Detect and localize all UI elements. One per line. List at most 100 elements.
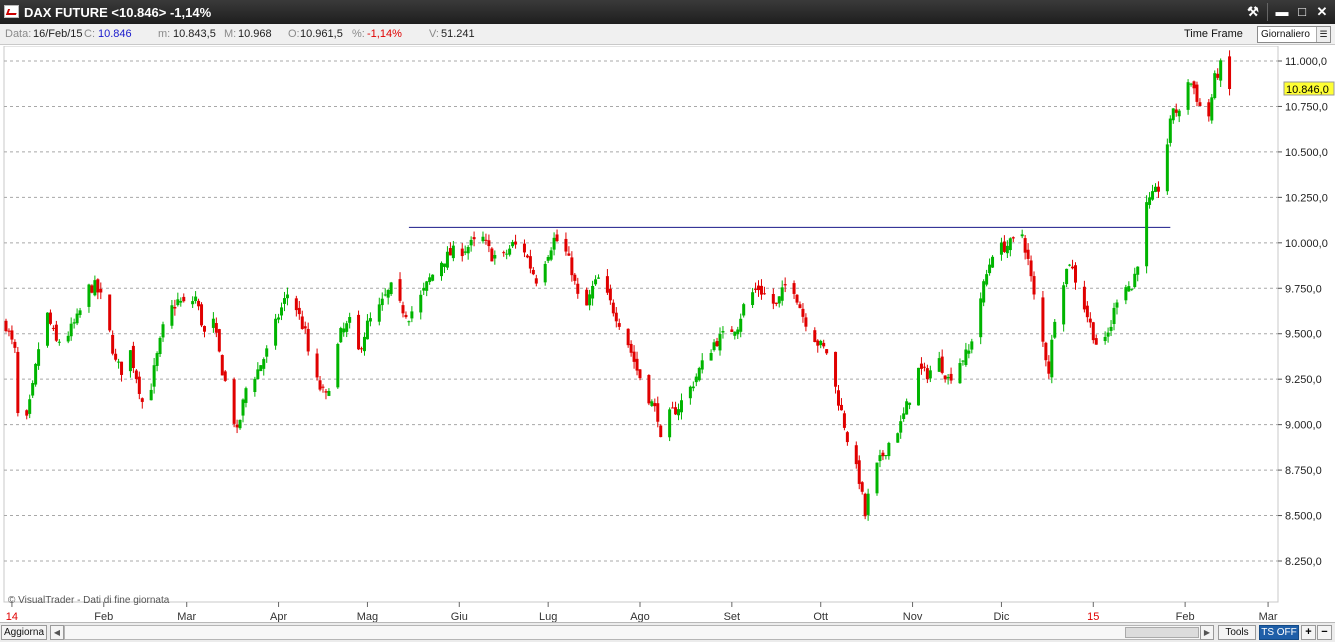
candle-body	[908, 402, 912, 405]
candle[interactable]	[1213, 70, 1217, 100]
candle[interactable]	[585, 287, 589, 306]
close-value: 10.846	[98, 28, 132, 40]
candle-body	[733, 331, 737, 336]
zoom-out-button[interactable]: −	[1317, 625, 1332, 640]
candle[interactable]	[389, 281, 393, 296]
candle[interactable]	[1145, 195, 1149, 274]
candle-body	[256, 369, 260, 380]
candle-body	[884, 455, 888, 457]
price-chart[interactable]: 8.250,0 8.500,0 8.750,0 9.000,0 9.250,0 9.500…	[0, 46, 1335, 622]
candle[interactable]	[916, 367, 920, 406]
candle-body	[440, 262, 444, 277]
candle[interactable]	[220, 354, 224, 376]
candle-body	[96, 279, 100, 293]
candle-body	[1062, 285, 1066, 325]
scroll-right-arrow-icon[interactable]: ▶	[1200, 625, 1214, 640]
zoom-in-button[interactable]: +	[1301, 625, 1316, 640]
candle[interactable]	[90, 284, 94, 294]
candle[interactable]	[896, 432, 900, 443]
candle-body	[700, 360, 704, 370]
candle[interactable]	[991, 255, 995, 268]
candle[interactable]	[217, 328, 221, 353]
candle-body	[736, 329, 740, 335]
candle-body	[380, 298, 384, 306]
x-tick-label: Mar	[177, 611, 196, 622]
candle[interactable]	[1228, 50, 1232, 96]
ts-toggle-button[interactable]: TS OFF	[1259, 625, 1299, 640]
x-tick-label: Feb	[1176, 611, 1195, 622]
candle-body	[31, 383, 35, 396]
open-value: 10.961,5	[300, 28, 343, 40]
close-button[interactable]: ✕	[1313, 3, 1331, 21]
x-tick-label: Set	[724, 611, 741, 622]
candle[interactable]	[259, 365, 263, 372]
candle[interactable]	[431, 274, 435, 282]
candle[interactable]	[1210, 93, 1214, 124]
candle[interactable]	[1050, 334, 1054, 384]
candle-body	[546, 257, 550, 261]
candle-body	[881, 452, 885, 457]
candle-body	[34, 363, 38, 385]
candle-body	[792, 283, 796, 294]
candle[interactable]	[45, 312, 49, 348]
grid-lines	[3, 46, 1279, 603]
candle-body	[774, 302, 778, 305]
candle[interactable]	[647, 374, 651, 406]
candle[interactable]	[842, 410, 846, 431]
minimize-button[interactable]: ▬	[1273, 3, 1291, 21]
candle[interactable]	[274, 313, 278, 350]
candle[interactable]	[1168, 115, 1172, 147]
timeframe-select[interactable]: Giornaliero ☰	[1257, 26, 1331, 43]
candle[interactable]	[232, 377, 236, 428]
candle[interactable]	[490, 247, 494, 262]
candle[interactable]	[875, 462, 879, 496]
candle[interactable]	[108, 294, 112, 333]
candle[interactable]	[339, 326, 343, 344]
tools-button[interactable]: Tools	[1218, 625, 1256, 640]
candle[interactable]	[1186, 79, 1190, 115]
candle[interactable]	[668, 407, 672, 442]
candle[interactable]	[1165, 138, 1169, 195]
tools-wrench-icon[interactable]: ⚒	[1244, 3, 1262, 21]
candle-body	[176, 299, 180, 306]
x-tick-label: Giu	[451, 611, 468, 622]
y-tick-label: 8.500,0	[1285, 511, 1322, 523]
candle[interactable]	[982, 279, 986, 307]
candle[interactable]	[223, 369, 227, 382]
candle-body	[407, 321, 411, 323]
candle[interactable]	[1062, 281, 1066, 332]
candle-body	[28, 399, 32, 414]
candle[interactable]	[200, 302, 204, 328]
candle-body	[999, 242, 1003, 255]
candle[interactable]	[1053, 318, 1057, 339]
candle[interactable]	[659, 424, 663, 438]
candle-body	[128, 350, 132, 372]
candle[interactable]	[979, 292, 983, 345]
candle[interactable]	[697, 366, 701, 382]
scroll-left-arrow-icon[interactable]: ◀	[50, 625, 64, 640]
candle-body	[585, 289, 589, 306]
candle-body	[825, 349, 829, 354]
candle[interactable]	[1041, 290, 1045, 347]
candle[interactable]	[543, 260, 547, 286]
horizontal-scrollbar[interactable]	[64, 625, 1214, 640]
candle[interactable]	[357, 310, 361, 351]
maximize-button[interactable]: □	[1293, 3, 1311, 21]
scroll-thumb[interactable]	[1125, 627, 1199, 638]
refresh-button[interactable]: Aggiorna	[1, 625, 47, 640]
candle[interactable]	[863, 492, 867, 520]
close-label: C:	[84, 28, 95, 40]
candle-body	[1186, 82, 1190, 110]
candle[interactable]	[742, 302, 746, 318]
candle[interactable]	[16, 346, 20, 417]
candle[interactable]	[626, 328, 630, 348]
candle[interactable]	[336, 342, 340, 389]
chart-watermark: © VisualTrader - Dati di fine giornata	[8, 595, 170, 606]
candle[interactable]	[158, 336, 162, 357]
candle-body	[1130, 288, 1134, 290]
candle-body	[360, 348, 364, 350]
candle-body	[896, 433, 900, 443]
candle-body	[694, 376, 698, 383]
candle-body	[570, 257, 574, 276]
candle[interactable]	[34, 362, 38, 387]
